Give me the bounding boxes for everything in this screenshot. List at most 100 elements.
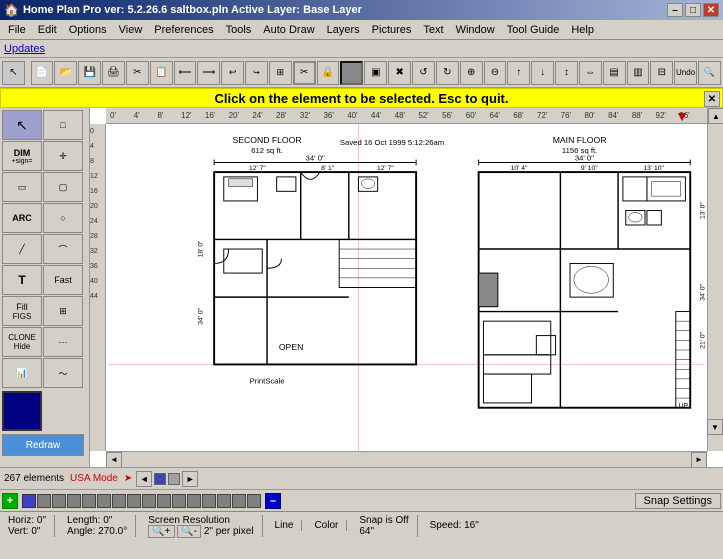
snap-settings-button[interactable]: Snap Settings	[635, 493, 722, 509]
redraw-button[interactable]: Redraw	[2, 434, 84, 456]
tb6[interactable]: 📋	[150, 61, 173, 85]
zoom-out-btn[interactable]: 🔍-	[177, 525, 201, 538]
right-scrollbar[interactable]: ▲ ▼	[707, 108, 723, 451]
menu-view[interactable]: View	[113, 22, 149, 38]
menu-window[interactable]: Window	[450, 22, 501, 38]
page-indicator-4[interactable]	[67, 494, 81, 508]
page-indicator-1[interactable]	[22, 494, 36, 508]
page-dot-2[interactable]	[168, 473, 180, 485]
menu-edit[interactable]: Edit	[32, 22, 63, 38]
bottom-scrollbar[interactable]: ◄ ►	[106, 451, 707, 467]
updates-label[interactable]: Updates	[4, 43, 45, 55]
menu-options[interactable]: Options	[63, 22, 113, 38]
remove-page-button[interactable]: –	[265, 493, 281, 509]
new-btn[interactable]: 📄	[31, 61, 54, 85]
dim-btn[interactable]: DIM +sign=	[2, 141, 42, 171]
roundrect-btn[interactable]: ▢	[43, 172, 83, 202]
zoom-in-btn[interactable]: 🔍+	[148, 525, 174, 538]
tb15[interactable]: ▣	[364, 61, 387, 85]
tb12[interactable]: ✂	[293, 61, 316, 85]
tb29[interactable]: 🔍	[698, 61, 721, 85]
save-btn[interactable]: 💾	[78, 61, 101, 85]
select-tool[interactable]: ↖	[2, 110, 42, 140]
tb16[interactable]: ✖	[388, 61, 411, 85]
hide-btn[interactable]: ⋯	[43, 327, 83, 357]
menu-file[interactable]: File	[2, 22, 32, 38]
canvas-area[interactable]: SECOND FLOOR 612 sq ft. Saved 16 Oct 199…	[106, 124, 707, 451]
tb20[interactable]: ⊖	[484, 61, 507, 85]
arc-btn[interactable]: ARC	[2, 203, 42, 233]
menu-tools[interactable]: Tools	[220, 22, 258, 38]
tb23[interactable]: ↕	[555, 61, 578, 85]
page-indicator-9[interactable]	[142, 494, 156, 508]
clone-btn[interactable]: CLONE Hide	[2, 327, 42, 357]
polyline-btn[interactable]: ⌒	[43, 234, 83, 264]
tb24[interactable]: ⇔	[579, 61, 602, 85]
page-indicator-8[interactable]	[127, 494, 141, 508]
tb14[interactable]	[340, 61, 363, 85]
menu-autodraw[interactable]: Auto Draw	[257, 22, 320, 38]
tb18[interactable]: ↻	[436, 61, 459, 85]
tb5[interactable]: ✂	[126, 61, 149, 85]
print-btn[interactable]: 🖨	[102, 61, 125, 85]
tb17[interactable]: ↺	[412, 61, 435, 85]
menu-preferences[interactable]: Preferences	[148, 22, 219, 38]
page-indicator-12[interactable]	[187, 494, 201, 508]
tb10[interactable]: ↪	[245, 61, 268, 85]
tb27[interactable]: ⊟	[650, 61, 673, 85]
color-swatch[interactable]	[2, 391, 42, 431]
page-indicator-7[interactable]	[112, 494, 126, 508]
tb9[interactable]: ↩	[221, 61, 244, 85]
line-btn[interactable]: ╱	[2, 234, 42, 264]
tb8[interactable]: ⟶	[197, 61, 220, 85]
menu-text[interactable]: Text	[417, 22, 449, 38]
rect-select[interactable]: □	[43, 110, 83, 140]
curve-btn[interactable]: 〜	[43, 358, 83, 388]
page-prev-button[interactable]: ◄	[136, 471, 152, 487]
figs-btn[interactable]: ⊞	[43, 296, 83, 326]
page-indicator-5[interactable]	[82, 494, 96, 508]
rect-btn[interactable]: ▭	[2, 172, 42, 202]
page-dot-1[interactable]	[154, 473, 166, 485]
tb26[interactable]: ▥	[627, 61, 650, 85]
tb7[interactable]: ⟵	[174, 61, 197, 85]
scroll-left-button[interactable]: ◄	[106, 452, 122, 468]
arrow-tool[interactable]: ↖	[2, 61, 25, 85]
scroll-right-button[interactable]: ►	[691, 452, 707, 468]
menu-toolguide[interactable]: Tool Guide	[501, 22, 566, 38]
tb25[interactable]: ▤	[603, 61, 626, 85]
tb19[interactable]: ⊕	[460, 61, 483, 85]
page-indicator-14[interactable]	[217, 494, 231, 508]
tb21[interactable]: ↑	[507, 61, 530, 85]
page-indicator-3[interactable]	[52, 494, 66, 508]
maximize-button[interactable]: □	[685, 3, 701, 17]
chart-btn[interactable]: 📊	[2, 358, 42, 388]
circle-btn[interactable]: ○	[43, 203, 83, 233]
menu-layers[interactable]: Layers	[321, 22, 366, 38]
scroll-up-button[interactable]: ▲	[708, 108, 723, 124]
tb13[interactable]: 🔒	[317, 61, 340, 85]
close-button[interactable]: ✕	[703, 3, 719, 17]
page-indicator-13[interactable]	[202, 494, 216, 508]
add-page-button[interactable]: +	[2, 493, 18, 509]
tb22[interactable]: ↓	[531, 61, 554, 85]
menu-help[interactable]: Help	[565, 22, 600, 38]
page-indicator-2[interactable]	[37, 494, 51, 508]
menu-pictures[interactable]: Pictures	[366, 22, 418, 38]
minimize-button[interactable]: –	[667, 3, 683, 17]
page-indicator-11[interactable]	[172, 494, 186, 508]
scroll-down-button[interactable]: ▼	[707, 419, 723, 435]
fast-btn[interactable]: Fast	[43, 265, 83, 295]
text-btn[interactable]: T	[2, 265, 42, 295]
open-btn[interactable]: 📂	[54, 61, 77, 85]
page-indicator-15[interactable]	[232, 494, 246, 508]
page-indicator-6[interactable]	[97, 494, 111, 508]
page-next-button[interactable]: ►	[182, 471, 198, 487]
tb11[interactable]: ⊞	[269, 61, 292, 85]
page-indicator-10[interactable]	[157, 494, 171, 508]
notify-close-button[interactable]: ✕	[704, 91, 720, 107]
page-indicator-16[interactable]	[247, 494, 261, 508]
tb28[interactable]: Undo	[674, 61, 697, 85]
move-btn[interactable]: ✛	[43, 141, 83, 171]
fill-btn[interactable]: Fill FIGS	[2, 296, 42, 326]
